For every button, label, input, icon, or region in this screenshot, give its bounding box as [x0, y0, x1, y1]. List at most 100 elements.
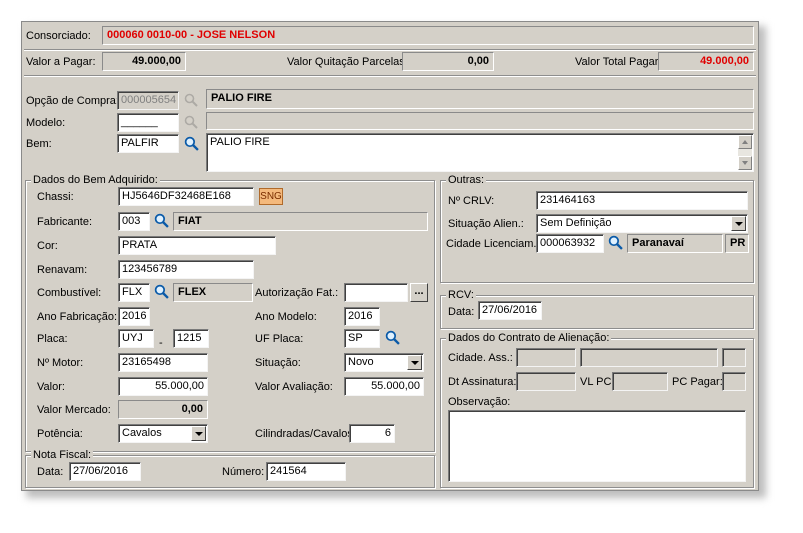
- placa-separator: -: [159, 337, 163, 349]
- cidade-licenciam-label: Cidade Licenciam.: [446, 238, 537, 250]
- valor-avaliacao-label: Valor Avaliação:: [255, 381, 333, 393]
- renavam-label: Renavam:: [37, 264, 88, 276]
- nota-numero-label: Número:: [222, 466, 265, 478]
- autorizacao-browse-button[interactable]: ...: [410, 283, 428, 302]
- search-icon[interactable]: [385, 330, 401, 346]
- ano-fabricacao-label: Ano Fabricação:: [37, 311, 118, 323]
- pc-pagar-input[interactable]: [722, 372, 746, 391]
- fabricante-label: Fabricante:: [37, 216, 93, 228]
- dropdown-arrow-icon[interactable]: [407, 355, 422, 370]
- search-icon[interactable]: [154, 284, 170, 300]
- search-icon[interactable]: [184, 136, 200, 152]
- search-icon[interactable]: [184, 115, 200, 131]
- bem-input[interactable]: PALFIR: [117, 134, 179, 153]
- placa-numbers-input[interactable]: 1215: [173, 329, 209, 348]
- divider: [24, 75, 756, 77]
- modelo-input[interactable]: ______: [117, 113, 179, 132]
- rcv-title: RCV:: [446, 289, 476, 301]
- bem-description[interactable]: PALIO FIRE: [206, 133, 754, 172]
- valor-pagar-label: Valor a Pagar:: [26, 56, 96, 68]
- combustivel-name: FLEX: [173, 283, 253, 302]
- dt-assinatura-label: Dt Assinatura:: [448, 376, 517, 388]
- nota-data-label: Data:: [37, 466, 64, 478]
- autorizacao-input[interactable]: [344, 283, 408, 302]
- motor-input[interactable]: 23165498: [118, 353, 208, 372]
- cidade-ass-name: [580, 348, 718, 367]
- opcao-compra-description: PALIO FIRE: [206, 89, 754, 109]
- search-icon[interactable]: [184, 93, 200, 109]
- valor-total-value: 49.000,00: [658, 52, 754, 71]
- valor-avaliacao-input[interactable]: 55.000,00: [344, 377, 424, 396]
- nota-data-input[interactable]: 27/06/2016: [69, 462, 141, 481]
- search-icon[interactable]: [608, 235, 624, 251]
- nota-fiscal-title: Nota Fiscal:: [31, 449, 94, 461]
- contrato-title: Dados do Contrato de Alienação:: [446, 332, 612, 344]
- opcao-compra-label: Opção de Compra:: [26, 95, 119, 107]
- autorizacao-label: Autorização Fat.:: [255, 287, 339, 299]
- placa-label: Placa:: [37, 333, 68, 345]
- chassi-label: Chassi:: [37, 191, 74, 203]
- potencia-label: Potência:: [37, 428, 83, 440]
- bem-label: Bem:: [26, 138, 52, 150]
- cidade-code-input[interactable]: 000063932: [536, 234, 604, 253]
- cidade-uf: PR: [725, 234, 749, 253]
- valor-label: Valor:: [37, 381, 65, 393]
- opcao-compra-input[interactable]: 000005654: [117, 91, 179, 110]
- outras-title: Outras:: [446, 174, 487, 186]
- combustivel-label: Combustível:: [37, 287, 102, 299]
- valor-input[interactable]: 55.000,00: [118, 377, 208, 396]
- cidade-ass-code-input[interactable]: [516, 348, 576, 367]
- cidade-name: Paranavaí: [627, 234, 723, 253]
- consorciado-value: 000060 0010-00 - JOSE NELSON: [102, 26, 754, 45]
- modelo-label: Modelo:: [26, 117, 66, 129]
- cidade-ass-label: Cidade. Ass.:: [448, 352, 513, 364]
- combustivel-code-input[interactable]: FLX: [118, 283, 150, 302]
- ano-modelo-input[interactable]: 2016: [344, 307, 380, 326]
- dt-assinatura-input[interactable]: [516, 372, 576, 391]
- valor-pagar-value: 49.000,00: [102, 52, 186, 71]
- scroll-up-icon[interactable]: [738, 135, 752, 149]
- consorciado-label: Consorciado:: [26, 30, 91, 42]
- potencia-select[interactable]: Cavalos: [118, 424, 208, 443]
- placa-letters-input[interactable]: UYJ: [118, 329, 154, 348]
- modelo-description: [206, 112, 754, 130]
- chassi-input[interactable]: HJ5646DF32468E168: [118, 187, 254, 206]
- situacao-alien-label: Situação Alien.:: [448, 218, 524, 230]
- pc-pagar-label: PC Pagar:: [672, 376, 723, 388]
- cilindradas-label: Cilindradas/Cavalos:: [255, 428, 356, 440]
- ano-fabricacao-input[interactable]: 2016: [118, 307, 150, 326]
- nota-numero-input[interactable]: 241564: [266, 462, 346, 481]
- valor-quitacao-label: Valor Quitação Parcelas:: [287, 56, 408, 68]
- divider: [24, 49, 756, 51]
- dropdown-arrow-icon[interactable]: [731, 216, 746, 231]
- valor-total-label: Valor Total Pagar:: [575, 56, 662, 68]
- dados-bem-title: Dados do Bem Adquirido:: [31, 174, 160, 186]
- search-icon[interactable]: [154, 213, 170, 229]
- cor-input[interactable]: PRATA: [118, 236, 276, 255]
- crlv-input[interactable]: 231464163: [536, 191, 748, 210]
- dropdown-arrow-icon[interactable]: [191, 426, 206, 441]
- cilindradas-input[interactable]: 6: [349, 424, 395, 443]
- valor-quitacao-value: 0,00: [402, 52, 494, 71]
- situacao-alien-select[interactable]: Sem Definição: [536, 214, 748, 233]
- fabricante-code-input[interactable]: 003: [118, 212, 150, 231]
- ano-modelo-label: Ano Modelo:: [255, 311, 317, 323]
- cidade-ass-uf: [722, 348, 746, 367]
- scroll-down-icon[interactable]: [738, 156, 752, 170]
- cor-label: Cor:: [37, 240, 58, 252]
- valor-mercado-label: Valor Mercado:: [37, 404, 111, 416]
- situacao-select[interactable]: Novo: [344, 353, 424, 372]
- vl-pc-input[interactable]: [612, 372, 668, 391]
- situacao-value: Novo: [348, 356, 374, 368]
- observacao-label: Observação:: [448, 396, 511, 408]
- rcv-data-input[interactable]: 27/06/2016: [478, 301, 542, 320]
- vl-pc-label: VL PC:: [580, 376, 615, 388]
- renavam-input[interactable]: 123456789: [118, 260, 254, 279]
- uf-placa-input[interactable]: SP: [344, 329, 380, 348]
- sng-button[interactable]: SNG: [259, 188, 283, 205]
- observacao-textarea[interactable]: [448, 410, 746, 482]
- rcv-data-label: Data:: [448, 306, 475, 318]
- uf-placa-label: UF Placa:: [255, 333, 304, 345]
- consorcio-bem-form: Consorciado: 000060 0010-00 - JOSE NELSO…: [21, 21, 759, 491]
- scrollbar[interactable]: [738, 135, 752, 170]
